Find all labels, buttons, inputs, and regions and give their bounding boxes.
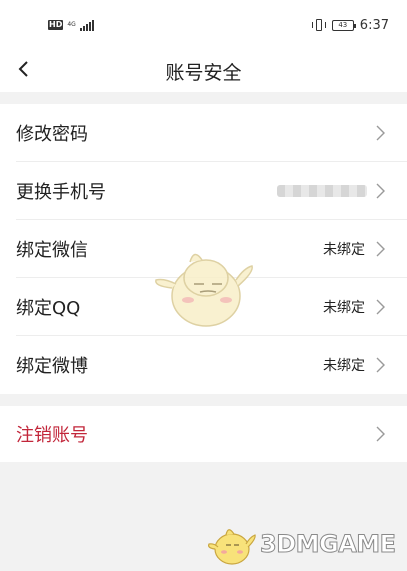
item-label: 绑定微信: [16, 240, 88, 261]
watermark: 3DMGAME: [206, 518, 397, 570]
status-bar: HD 4G 43 6:37: [0, 0, 407, 48]
chevron-right-icon: [376, 357, 385, 373]
status-right: 43 6:37: [311, 16, 389, 34]
list-item-bind-weibo[interactable]: 绑定微博 未绑定: [0, 336, 407, 394]
item-label: 修改密码: [16, 124, 88, 145]
bind-status: 未绑定: [323, 242, 365, 258]
clock: 6:37: [359, 17, 389, 33]
vibrate-icon: [311, 18, 326, 32]
page-title: 账号安全: [165, 62, 242, 84]
item-label: 注销账号: [16, 425, 88, 446]
chevron-right-icon: [376, 426, 385, 442]
chevron-right-icon: [376, 299, 385, 315]
item-label: 更换手机号: [16, 182, 106, 203]
chevron-right-icon: [376, 183, 385, 199]
chevron-right-icon: [376, 125, 385, 141]
bind-status: 未绑定: [323, 358, 365, 374]
list-item-change-phone[interactable]: 更换手机号: [0, 162, 407, 220]
item-label: 绑定微博: [16, 356, 88, 377]
app-header: 账号安全: [0, 48, 407, 92]
network-indicator: 4G: [67, 22, 75, 28]
network-type: 4G: [67, 21, 76, 28]
battery-icon: 43: [331, 19, 356, 31]
bind-status: 未绑定: [323, 300, 365, 316]
list-item-cancel-account[interactable]: 注销账号: [0, 406, 407, 462]
mascot-watermark-icon: [155, 253, 253, 327]
item-label: 绑定QQ: [16, 298, 81, 319]
status-left: HD 4G: [48, 18, 94, 32]
mascot-logo-icon: [208, 529, 256, 565]
chevron-right-icon: [376, 241, 385, 257]
masked-phone-number: [277, 185, 367, 197]
watermark-text: 3DMGAME: [260, 530, 397, 559]
danger-section: 注销账号: [0, 406, 407, 462]
list-item-change-password[interactable]: 修改密码: [0, 104, 407, 162]
signal-icon: [79, 19, 94, 31]
hd-badge: HD: [48, 20, 64, 30]
